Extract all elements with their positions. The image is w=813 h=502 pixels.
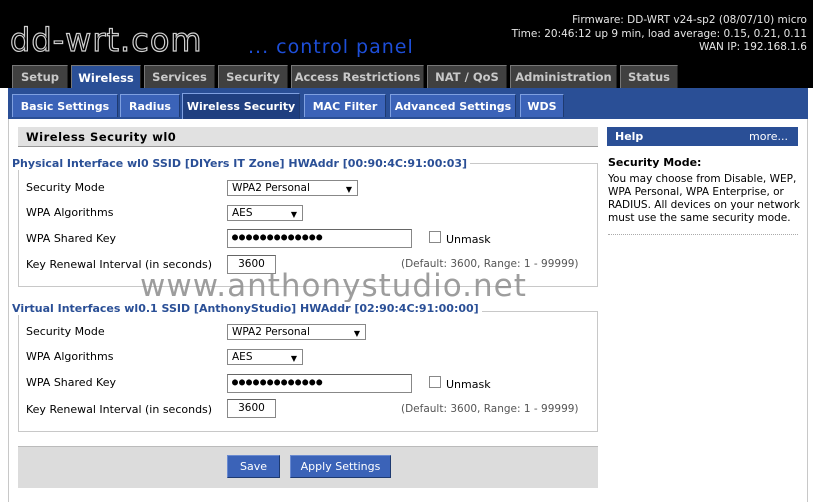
help-heading: Security Mode: [608,156,702,169]
chevron-down-icon: ▼ [290,210,297,219]
control-panel-tagline: ... control panel [248,36,414,58]
subtab-basic-settings[interactable]: Basic Settings [12,94,118,117]
unmask-checkbox[interactable] [429,376,441,388]
key-renewal-hint: (Default: 3600, Range: 1 - 99999) [401,403,579,415]
tab-administration[interactable]: Administration [510,65,617,88]
sub-navigation: Basic Settings Radius Wireless Security … [8,88,808,119]
top-navigation: Setup Wireless Services Security Access … [0,64,813,89]
header-bar: dd-wrt.com ... control panel Firmware: D… [0,0,813,64]
save-button[interactable]: Save [227,455,280,478]
uptime-text: Time: 20:46:12 up 9 min, load average: 0… [511,27,807,40]
wpa-algorithms-select[interactable]: AES ▼ [227,205,303,221]
tab-services[interactable]: Services [144,65,215,88]
unmask-checkbox[interactable] [429,231,441,243]
security-mode-select[interactable]: WPA2 Personal ▼ [227,324,366,340]
virtual-interface-legend: Virtual Interfaces wl0.1 SSID [AnthonySt… [12,302,482,315]
wpa-algorithms-value: AES [232,351,253,363]
help-title: Help [615,130,644,143]
chevron-down-icon: ▼ [345,185,352,194]
security-mode-value: WPA2 Personal [232,326,310,338]
firmware-text: Firmware: DD-WRT v24-sp2 (08/07/10) micr… [572,14,807,26]
ddwrt-logo: dd-wrt.com [9,20,203,59]
wpa-algorithms-label: WPA Algorithms [26,350,114,363]
help-divider [608,234,798,235]
tab-setup[interactable]: Setup [12,65,68,88]
wpa-algorithms-select[interactable]: AES ▼ [227,349,303,365]
wpa-algorithms-value: AES [232,207,253,219]
security-mode-value: WPA2 Personal [232,182,310,194]
wpa-shared-key-label: WPA Shared Key [26,376,116,389]
watermark-text: www.anthonystudio.net [140,268,527,304]
wpa-algorithms-label: WPA Algorithms [26,206,114,219]
help-body: You may choose from Disable, WEP, WPA Pe… [608,173,800,224]
security-mode-select[interactable]: WPA2 Personal ▼ [227,180,358,196]
wpa-shared-key-label: WPA Shared Key [26,232,116,245]
apply-settings-button[interactable]: Apply Settings [290,455,391,478]
wan-ip-text: WAN IP: 192.168.1.6 [699,41,807,53]
help-more-link[interactable]: more... [749,130,788,143]
subtab-wireless-security[interactable]: Wireless Security [182,93,300,119]
physical-interface-legend: Physical Interface wl0 SSID [DIYers IT Z… [12,157,471,170]
tab-wireless[interactable]: Wireless [71,65,141,89]
chevron-down-icon: ▼ [290,354,297,363]
key-renewal-input[interactable]: 3600 [227,399,276,418]
tab-security[interactable]: Security [218,65,288,88]
system-info: Firmware: DD-WRT v24-sp2 (08/07/10) micr… [512,14,807,55]
security-mode-label: Security Mode [26,181,105,194]
panel-title: Wireless Security wl0 [18,127,598,147]
subtab-mac-filter[interactable]: MAC Filter [304,94,386,117]
wpa-shared-key-input[interactable]: ●●●●●●●●●●●●● [227,374,412,393]
subtab-radius[interactable]: Radius [120,94,180,117]
subtab-wds[interactable]: WDS [520,94,564,117]
unmask-label: Unmask [446,233,491,246]
unmask-label: Unmask [446,378,491,391]
key-renewal-label: Key Renewal Interval (in seconds) [26,403,213,416]
tab-nat-qos[interactable]: NAT / QoS [427,65,507,88]
security-mode-label: Security Mode [26,325,105,338]
tab-access-restrictions[interactable]: Access Restrictions [291,65,424,88]
subtab-advanced-settings[interactable]: Advanced Settings [390,94,516,117]
chevron-down-icon: ▼ [353,329,360,338]
wpa-shared-key-input[interactable]: ●●●●●●●●●●●●● [227,229,412,248]
tab-status[interactable]: Status [620,65,678,88]
help-header: Help more... [607,127,798,146]
